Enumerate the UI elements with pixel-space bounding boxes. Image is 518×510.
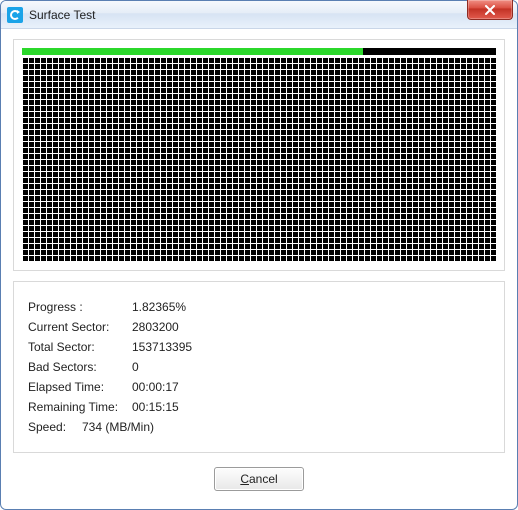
stat-label: Elapsed Time: <box>28 380 128 394</box>
stat-value: 1.82365% <box>132 300 186 314</box>
progress-strip-done <box>22 48 363 55</box>
stat-speed: Speed: 734 (MB/Min) <box>28 420 490 434</box>
cancel-rest: ancel <box>249 472 278 486</box>
stat-value: 2803200 <box>132 320 179 334</box>
surface-test-window: Surface Test Progress : 1.82365% Current… <box>0 0 518 510</box>
stat-label: Progress : <box>28 300 128 314</box>
app-icon <box>7 7 23 23</box>
close-button[interactable] <box>467 0 513 20</box>
stat-total-sector: Total Sector: 153713395 <box>28 340 490 354</box>
stat-progress: Progress : 1.82365% <box>28 300 490 314</box>
stat-value: 734 (MB/Min) <box>82 420 154 434</box>
stat-elapsed-time: Elapsed Time: 00:00:17 <box>28 380 490 394</box>
cancel-button[interactable]: Cancel <box>214 467 304 491</box>
window-title: Surface Test <box>29 8 95 22</box>
sector-map-panel <box>13 39 505 271</box>
button-row: Cancel <box>13 467 505 491</box>
stat-value: 00:15:15 <box>132 400 179 414</box>
stat-value: 153713395 <box>132 340 192 354</box>
stat-label: Total Sector: <box>28 340 128 354</box>
stat-current-sector: Current Sector: 2803200 <box>28 320 490 334</box>
stat-bad-sectors: Bad Sectors: 0 <box>28 360 490 374</box>
progress-strip-remaining <box>363 48 496 55</box>
close-icon <box>484 5 496 15</box>
titlebar: Surface Test <box>1 1 517 29</box>
stat-value: 00:00:17 <box>132 380 179 394</box>
stat-value: 0 <box>132 360 139 374</box>
stat-remaining-time: Remaining Time: 00:15:15 <box>28 400 490 414</box>
client-area: Progress : 1.82365% Current Sector: 2803… <box>1 29 517 503</box>
stats-panel: Progress : 1.82365% Current Sector: 2803… <box>13 281 505 453</box>
cancel-mnemonic: C <box>240 472 249 486</box>
stat-label: Bad Sectors: <box>28 360 128 374</box>
stat-label: Current Sector: <box>28 320 128 334</box>
sector-grid <box>22 57 496 262</box>
stat-label: Speed: <box>28 420 78 434</box>
stat-label: Remaining Time: <box>28 400 128 414</box>
progress-strip <box>22 48 496 55</box>
